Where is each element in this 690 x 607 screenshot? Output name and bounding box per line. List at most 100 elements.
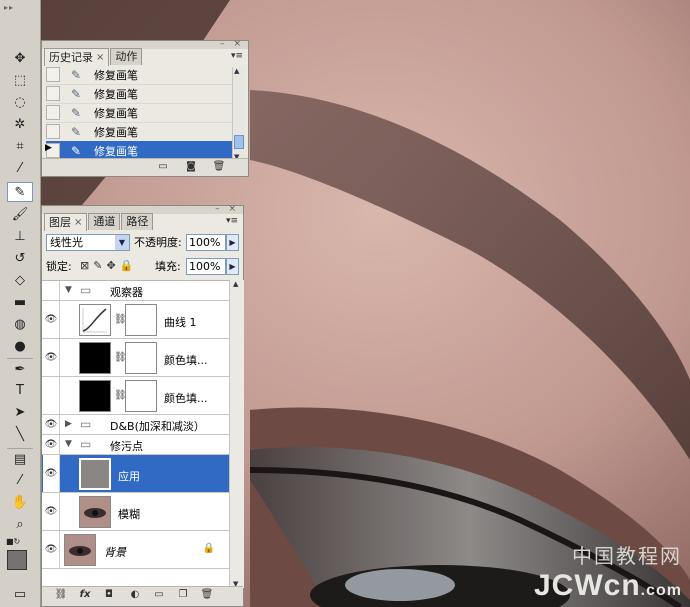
eye-icon[interactable]: 👁 [43, 339, 60, 376]
notes-tool-icon[interactable]: ▤ [7, 448, 33, 469]
eye-icon[interactable]: 👁 [43, 435, 60, 454]
blur-tool-icon[interactable]: ◍ [7, 314, 33, 334]
panel-window-buttons[interactable]: – × [215, 204, 239, 214]
eye-icon[interactable]: 👁 [43, 301, 60, 338]
lock-all-icon[interactable]: 🔒 [120, 259, 138, 272]
eyedropper-slice-tool-icon[interactable]: ⁄ [7, 158, 33, 178]
trash-icon[interactable]: 🗑 [198, 588, 216, 602]
expand-triangle-icon[interactable]: ▶ [65, 419, 72, 429]
layer-group-row[interactable]: 👁 ▼ ▭ 修污点 [42, 435, 229, 455]
fill-field[interactable]: 100% [186, 258, 226, 275]
magic-wand-tool-icon[interactable]: ✲ [7, 114, 33, 134]
brush-tool-icon[interactable]: 🖌 [7, 204, 33, 224]
tab-layers[interactable]: 图层 × [44, 213, 88, 231]
new-group-icon[interactable]: ▭ [150, 588, 168, 602]
move-tool-icon[interactable]: ✥ [7, 48, 33, 68]
fx-icon[interactable]: fx [76, 588, 94, 602]
panel-menu-icon[interactable]: ▾≡ [226, 216, 238, 226]
opacity-field[interactable]: 100% [186, 234, 226, 251]
healing-brush-tool-icon[interactable]: ✎ [7, 182, 33, 202]
dodge-tool-icon[interactable]: ● [7, 336, 33, 356]
visibility-toggle-empty[interactable] [43, 281, 60, 300]
camera-snapshot-icon[interactable]: ◙ [182, 160, 200, 174]
history-state[interactable]: ✎ 修复画笔 [46, 65, 236, 85]
marquee-tool-icon[interactable]: ⬚ [7, 70, 33, 90]
layer-mask-thumbnail[interactable] [125, 342, 157, 374]
lock-transparency-icon[interactable]: ⊠ [80, 259, 93, 272]
curves-adjustment-icon [79, 304, 111, 336]
history-scrollbar[interactable]: ▲ ▼ [232, 67, 245, 161]
scroll-thumb[interactable] [234, 135, 244, 149]
close-icon[interactable]: × [96, 50, 104, 66]
clone-stamp-tool-icon[interactable]: ⊥ [7, 226, 33, 246]
fill-slider-button[interactable]: ▶ [226, 258, 239, 275]
history-source-checkbox[interactable] [46, 105, 60, 120]
close-icon[interactable]: × [74, 215, 82, 231]
eye-icon[interactable]: 👁 [43, 531, 60, 568]
opacity-slider-button[interactable]: ▶ [226, 234, 239, 251]
blend-mode-select[interactable]: 线性光 ▼ [46, 234, 130, 251]
crop-tool-icon[interactable]: ⌗ [7, 136, 33, 156]
default-colors-icon[interactable]: ■↻ [6, 537, 20, 546]
pen-tool-icon[interactable]: ✒ [7, 358, 33, 379]
new-document-from-state-icon[interactable]: ▭ [154, 160, 172, 174]
foreground-color-swatch[interactable] [7, 550, 27, 570]
collapse-triangle-icon[interactable]: ▼ [65, 439, 72, 449]
lock-position-icon[interactable]: ✥ [106, 259, 119, 272]
lock-pixels-icon[interactable]: ✎ [93, 259, 106, 272]
eye-icon[interactable]: 👁 [43, 455, 60, 492]
healing-brush-icon: ✎ [70, 67, 82, 82]
scroll-up-icon[interactable]: ▲ [234, 67, 239, 75]
layer-mask-thumbnail[interactable] [125, 380, 157, 412]
layer-row[interactable]: ⛓ 颜色填... [42, 377, 229, 415]
chevron-down-icon[interactable]: ▼ [115, 235, 129, 250]
type-tool-icon[interactable]: T [7, 380, 33, 400]
tab-channels[interactable]: 通道 [88, 213, 121, 230]
path-selection-tool-icon[interactable]: ➤ [7, 402, 33, 422]
history-source-checkbox[interactable] [46, 67, 60, 82]
eyedropper-tool-icon[interactable]: ⁄ [7, 470, 33, 490]
panel-menu-icon[interactable]: ▾≡ [231, 51, 243, 61]
history-source-checkbox[interactable] [46, 124, 60, 139]
zoom-tool-icon[interactable]: ⌕ [7, 514, 33, 534]
history-state[interactable]: ✎ 修复画笔 [46, 103, 236, 123]
history-source-checkbox[interactable] [46, 86, 60, 101]
line-tool-icon[interactable]: ╲ [7, 424, 33, 444]
visibility-toggle-empty[interactable] [43, 377, 60, 414]
new-layer-icon[interactable]: ❐ [174, 588, 192, 602]
layer-row-selected[interactable]: 👁 应用 [42, 455, 229, 493]
add-mask-icon[interactable]: ◘ [100, 588, 118, 602]
tab-history[interactable]: 历史记录 × [44, 48, 110, 66]
gradient-tool-icon[interactable]: ▬ [7, 292, 33, 312]
layer-group-row[interactable]: ▼ ▭ 观察器 [42, 281, 229, 301]
hand-tool-icon[interactable]: ✋ [7, 492, 33, 512]
layer-row[interactable]: 👁 模糊 [42, 493, 229, 531]
eye-icon[interactable]: 👁 [43, 493, 60, 530]
screen-mode-icon[interactable]: ▭ [7, 584, 33, 604]
panel-window-buttons[interactable]: – × [220, 39, 244, 49]
tab-history-label: 历史记录 [49, 50, 93, 64]
layer-row[interactable]: 👁 背景 🔒 [42, 531, 229, 569]
scroll-up-icon[interactable]: ▲ [233, 280, 238, 288]
layer-group-row[interactable]: 👁 ▶ ▭ D&B(加深和减淡） [42, 415, 229, 435]
collapse-triangle-icon[interactable]: ▼ [65, 285, 72, 295]
adjustment-layer-icon[interactable]: ◐ [126, 588, 144, 602]
trash-icon[interactable]: 🗑 [210, 160, 228, 174]
layers-panel: – × 图层 × 通道 路径 ▾≡ 线性光 ▼ 不透明度: 100% ▶ 锁定:… [41, 204, 244, 607]
eye-icon[interactable]: 👁 [43, 415, 60, 434]
history-state[interactable]: ✎ 修复画笔 [46, 122, 236, 142]
lasso-tool-icon[interactable]: ◌ [7, 92, 33, 112]
layer-row[interactable]: 👁 ⛓ 曲线 1 [42, 301, 229, 339]
lock-options[interactable]: ⊠✎✥🔒 [80, 259, 137, 272]
layers-scrollbar[interactable]: ▲ ▼ [229, 280, 244, 588]
toolbox-grip[interactable]: ▸▸ [4, 3, 36, 12]
history-brush-tool-icon[interactable]: ↺ [7, 248, 33, 268]
tab-actions[interactable]: 动作 [110, 48, 143, 65]
layer-row[interactable]: 👁 ⛓ 颜色填... [42, 339, 229, 377]
link-icon[interactable]: ⛓ [52, 588, 70, 602]
history-state-slider-icon[interactable]: ▶ [45, 143, 52, 153]
tab-paths[interactable]: 路径 [121, 213, 154, 230]
eraser-tool-icon[interactable]: ◇ [7, 270, 33, 290]
layer-mask-thumbnail[interactable] [125, 304, 157, 336]
history-state[interactable]: ✎ 修复画笔 [46, 84, 236, 104]
